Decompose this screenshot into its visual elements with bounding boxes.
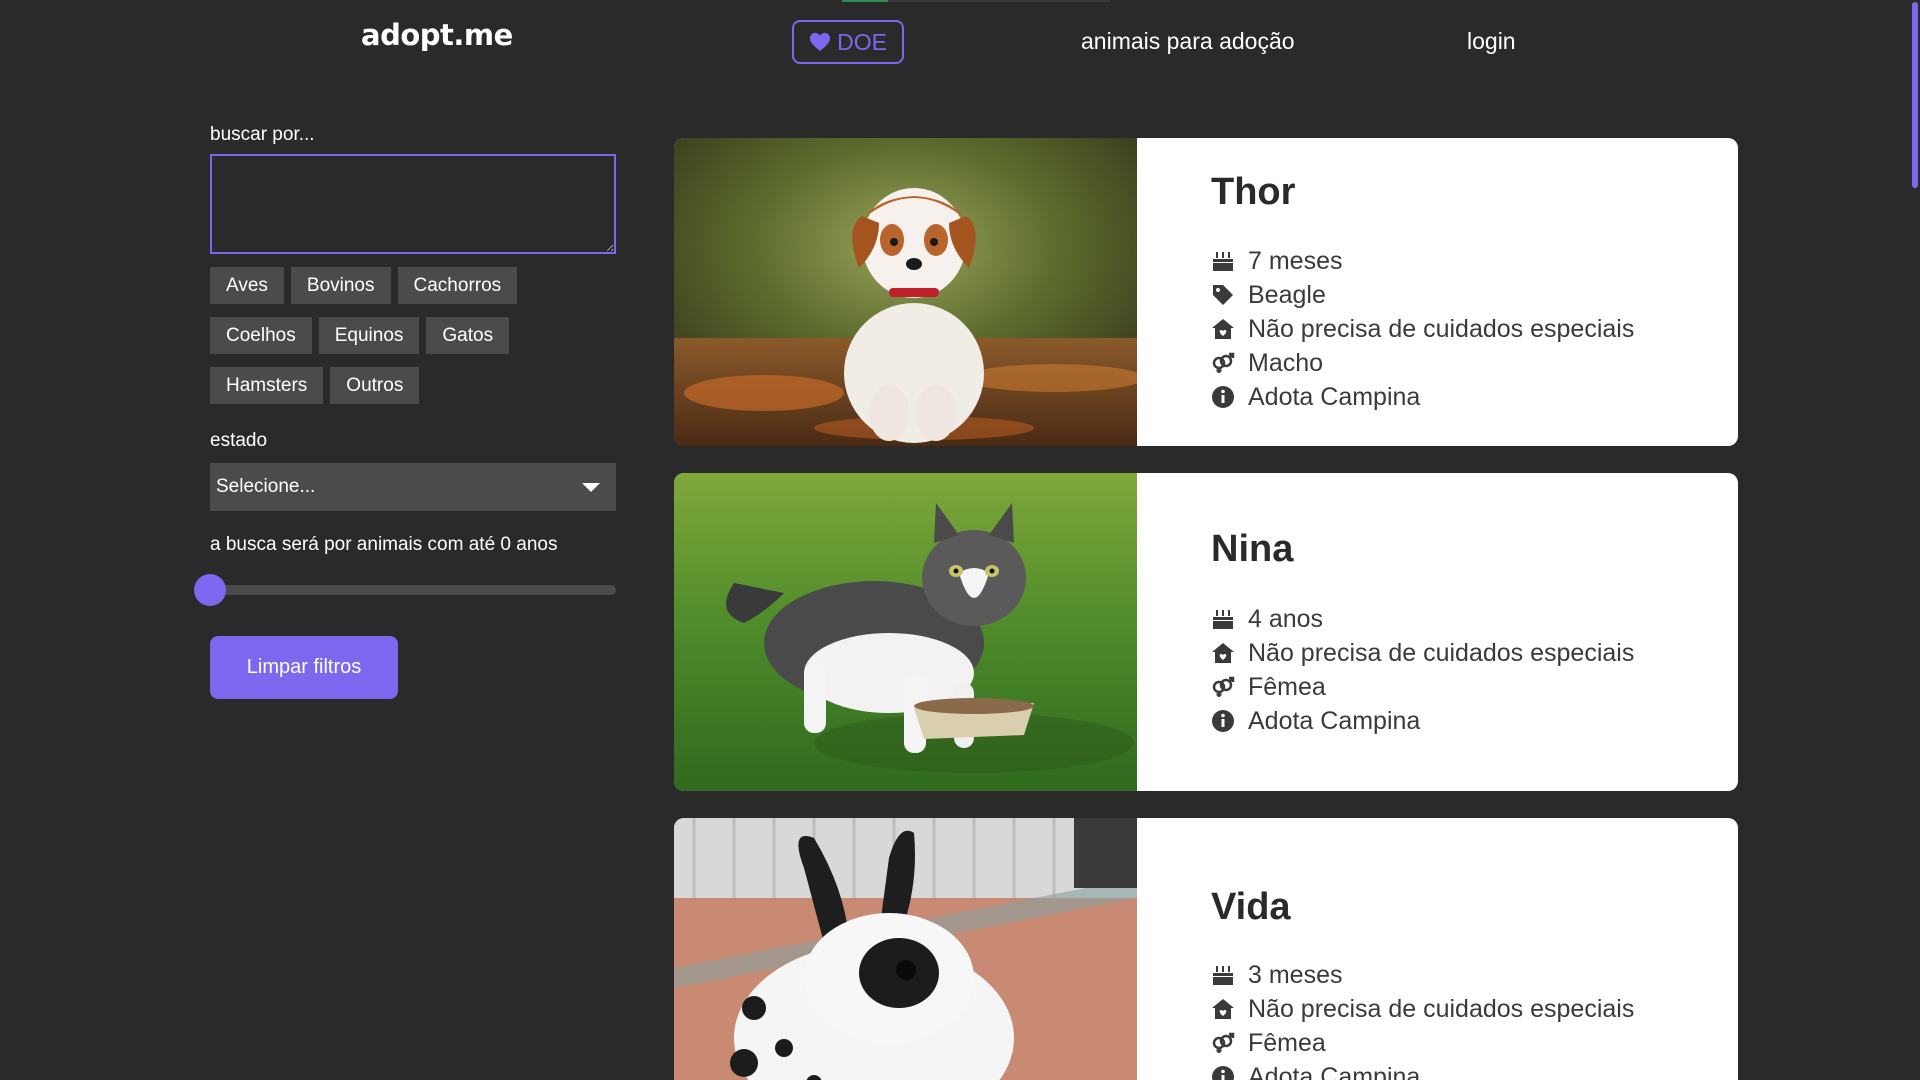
house-heart-icon <box>1212 999 1234 1019</box>
chip-bovinos[interactable]: Bovinos <box>290 267 391 304</box>
search-label: buscar por... <box>210 124 315 145</box>
chip-hamsters[interactable]: Hamsters <box>210 367 324 404</box>
pet-card-body: Thor 7 meses Beagle Não precisa de cuida… <box>1137 138 1738 446</box>
birthday-cake-icon <box>1213 252 1233 271</box>
pet-care: Não precisa de cuidados especiais <box>1211 312 1634 346</box>
pet-age: 3 meses <box>1211 958 1634 992</box>
pet-organization: Adota Campina <box>1211 1060 1634 1080</box>
nav-adoption-link[interactable]: animais para adoção <box>1081 28 1295 55</box>
pet-organization: Adota Campina <box>1211 380 1634 414</box>
pet-card[interactable]: Vida 3 meses Não precisa de cuidados esp… <box>674 818 1738 1080</box>
donate-button[interactable]: DOE <box>792 20 904 64</box>
page-scrollbar[interactable] <box>1908 0 1920 1080</box>
pet-card[interactable]: Nina 4 anos Não precisa de cuidados espe… <box>674 473 1738 791</box>
pet-name[interactable]: Vida <box>1211 886 1291 929</box>
clear-filters-button[interactable]: Limpar filtros <box>210 636 398 699</box>
pet-info-list: 4 anos Não precisa de cuidados especiais… <box>1211 602 1634 738</box>
donate-label: DOE <box>837 28 887 55</box>
pet-age: 4 anos <box>1211 602 1634 636</box>
age-slider[interactable] <box>194 574 616 606</box>
chip-cachorros[interactable]: Cachorros <box>397 267 518 304</box>
site-logo[interactable]: adopt.me <box>361 18 513 52</box>
pet-sex: Fêmea <box>1211 1026 1634 1060</box>
house-heart-icon <box>1212 319 1234 339</box>
top-progress-bar <box>842 0 1110 2</box>
pet-organization: Adota Campina <box>1211 704 1634 738</box>
pet-info-list: 7 meses Beagle Não precisa de cuidados e… <box>1211 244 1634 414</box>
tag-icon <box>1213 285 1233 305</box>
info-circle-icon <box>1212 1066 1234 1080</box>
search-input[interactable] <box>210 154 616 254</box>
house-heart-icon <box>1212 643 1234 663</box>
chip-equinos[interactable]: Equinos <box>318 317 420 354</box>
pet-photo-dog <box>674 138 1137 446</box>
birthday-cake-icon <box>1213 966 1233 985</box>
heart-icon <box>810 32 831 52</box>
age-slider-track <box>210 585 616 595</box>
category-chips: Aves Bovinos Cachorros Coelhos Equinos G… <box>210 267 620 404</box>
age-label: a busca será por animais com até 0 anos <box>210 534 558 555</box>
nav-login-link[interactable]: login <box>1467 28 1516 55</box>
pet-photo-cat <box>674 473 1137 791</box>
chip-outros[interactable]: Outros <box>330 367 420 404</box>
pet-info-list: 3 meses Não precisa de cuidados especiai… <box>1211 958 1634 1080</box>
chip-aves[interactable]: Aves <box>210 267 284 304</box>
info-circle-icon <box>1212 710 1234 732</box>
pet-care: Não precisa de cuidados especiais <box>1211 636 1634 670</box>
pet-photo-rabbit <box>674 818 1137 1080</box>
info-circle-icon <box>1212 386 1234 408</box>
state-select[interactable]: Selecione... <box>210 463 616 511</box>
pet-name[interactable]: Nina <box>1211 528 1293 571</box>
pet-card-body: Nina 4 anos Não precisa de cuidados espe… <box>1137 473 1738 791</box>
chip-coelhos[interactable]: Coelhos <box>210 317 312 354</box>
pet-sex: Fêmea <box>1211 670 1634 704</box>
venus-mars-icon <box>1212 1032 1235 1053</box>
scrollbar-thumb[interactable] <box>1912 2 1918 188</box>
pet-card-body: Vida 3 meses Não precisa de cuidados esp… <box>1137 818 1738 1080</box>
venus-mars-icon <box>1212 352 1235 373</box>
state-label: estado <box>210 430 268 451</box>
pet-sex: Macho <box>1211 346 1634 380</box>
pet-care: Não precisa de cuidados especiais <box>1211 992 1634 1026</box>
age-slider-handle[interactable] <box>194 574 226 606</box>
birthday-cake-icon <box>1213 610 1233 629</box>
venus-mars-icon <box>1212 676 1235 697</box>
caret-down-icon <box>582 482 600 492</box>
chip-gatos[interactable]: Gatos <box>426 317 510 354</box>
pet-breed: Beagle <box>1211 278 1634 312</box>
state-select-value: Selecione... <box>216 476 316 497</box>
pet-card[interactable]: Thor 7 meses Beagle Não precisa de cuida… <box>674 138 1738 446</box>
page: adopt.me DOE animais para adoção login b… <box>0 0 1920 1080</box>
pet-name[interactable]: Thor <box>1211 171 1295 214</box>
pet-age: 7 meses <box>1211 244 1634 278</box>
